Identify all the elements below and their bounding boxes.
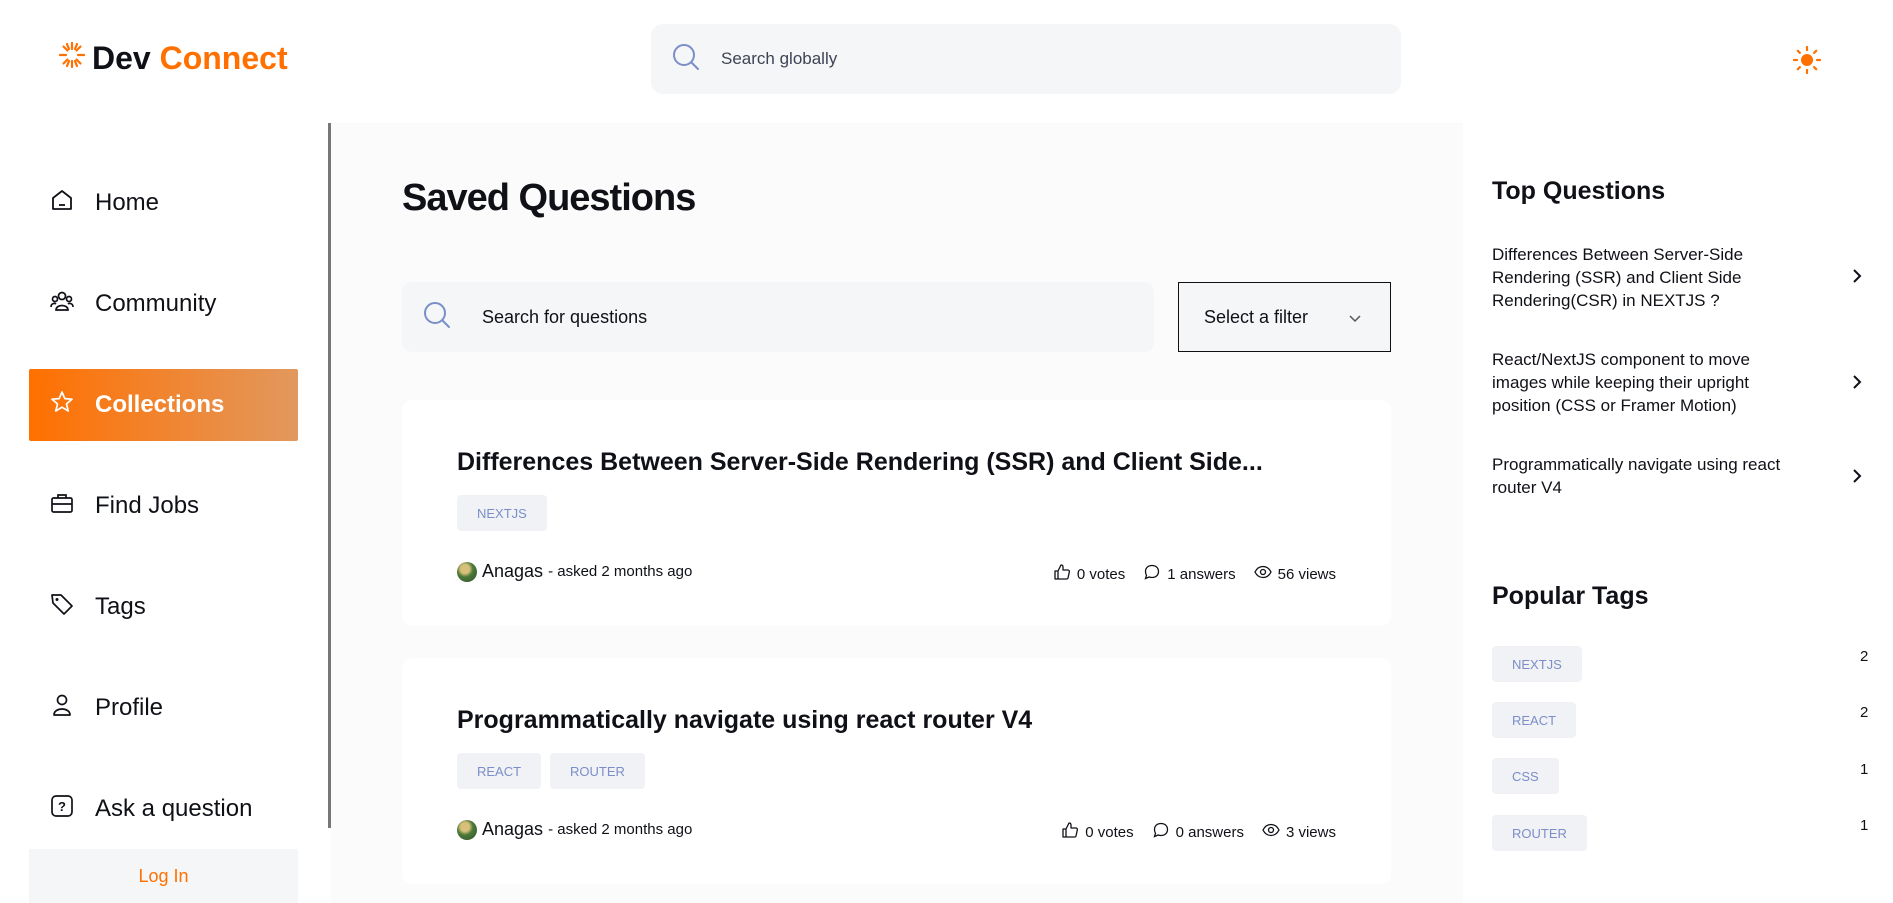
login-button[interactable]: Log In [29,849,298,903]
views-count: 3 views [1285,823,1336,841]
author-name: Anagas [482,561,544,581]
top-questions-heading: Top Questions [1492,177,1666,205]
question-tag[interactable]: ROUTER [550,753,645,789]
question-card[interactable]: Programmatically navigate using react ro… [402,658,1391,884]
sun-icon [1792,45,1822,79]
views-metric: 56 views [1253,563,1336,585]
sidebar-item-profile[interactable]: Profile [29,672,298,744]
tag-icon [49,591,75,624]
home-icon [49,187,75,220]
eye-icon [1253,563,1272,585]
theme-toggle-button[interactable] [1792,45,1822,75]
users-icon [49,288,75,321]
svg-text:?: ? [58,799,66,814]
thumbs-up-icon [1053,563,1071,585]
question-author[interactable]: Anagas - asked 2 months ago [457,561,692,582]
popular-tags-heading: Popular Tags [1492,582,1649,610]
popular-tag[interactable]: ROUTER [1492,815,1587,851]
sidebar-item-label: Find Jobs [95,492,200,519]
message-icon [1143,563,1161,585]
answers-metric: 1 answers [1143,563,1236,585]
question-card[interactable]: Differences Between Server-Side Renderin… [402,400,1391,626]
votes-count: 0 votes [1076,565,1126,583]
tag-count: 1 [1860,817,1869,834]
question-icon: ? [49,793,75,826]
sidebar-item-tags[interactable]: Tags [29,571,298,643]
top-question-link[interactable]: React/NextJS component to move images wh… [1492,348,1792,417]
chevron-right-icon[interactable] [1850,372,1864,392]
eye-icon [1262,821,1280,843]
answers-metric: 0 answers [1152,821,1244,843]
question-author[interactable]: Anagas - asked 2 months ago [457,819,692,840]
question-title[interactable]: Programmatically navigate using react ro… [457,706,1032,735]
tag-count: 2 [1860,704,1869,721]
chevron-right-icon[interactable] [1850,266,1864,286]
brand-part2: Connect [159,40,288,76]
answers-count: 1 answers [1167,565,1236,583]
message-icon [1152,821,1170,843]
popular-tag[interactable]: NEXTJS [1492,646,1582,682]
tag-count: 1 [1860,761,1869,778]
chevron-right-icon[interactable] [1850,466,1864,486]
brand-part1: Dev [92,40,151,76]
author-name: Anagas [482,819,544,839]
sidebar-item-community[interactable]: Community [29,268,298,340]
star-icon [49,389,75,422]
logo[interactable]: Dev Connect [58,40,288,77]
sidebar-item-label: Home [95,189,160,216]
question-search-input[interactable]: Search for questions [402,282,1154,352]
answers-count: 0 answers [1175,823,1244,841]
votes-metric: 0 votes [1061,821,1134,843]
asked-time: - asked 2 months ago [548,821,693,838]
global-search-placeholder: Search globally [721,49,838,68]
global-search-input[interactable]: Search globally [651,24,1401,94]
popular-tag[interactable]: REACT [1492,702,1577,738]
filter-select[interactable]: Select a filter [1178,282,1391,352]
top-question-link[interactable]: Differences Between Server-Side Renderin… [1492,243,1792,312]
user-icon [49,692,75,725]
chevron-down-icon [1348,309,1362,330]
sidebar-item-ask-question[interactable]: ? Ask a question [29,773,298,845]
sidebar-item-label: Ask a question [95,795,253,822]
sidebar-item-label: Community [95,290,217,317]
views-metric: 3 views [1262,821,1336,843]
avatar [457,819,477,840]
top-question-link[interactable]: Programmatically navigate using react ro… [1492,453,1792,499]
search-icon [671,42,701,77]
sidebar-item-label: Collections [95,391,225,418]
asked-time: - asked 2 months ago [548,563,693,580]
question-title[interactable]: Differences Between Server-Side Renderin… [457,448,1263,477]
sidebar-item-find-jobs[interactable]: Find Jobs [29,470,298,542]
question-tag[interactable]: NEXTJS [457,495,547,531]
question-search-placeholder: Search for questions [482,306,648,327]
question-metrics: 0 votes 0 answers 3 views [1061,821,1336,843]
sidebar-item-label: Tags [95,593,146,620]
votes-metric: 0 votes [1053,563,1125,585]
avatar [457,561,477,582]
briefcase-icon [49,490,75,523]
search-icon [422,300,452,335]
views-count: 56 views [1277,565,1336,583]
page-title: Saved Questions [402,177,696,219]
question-metrics: 0 votes 1 answers 56 views [1053,563,1336,585]
question-tag[interactable]: REACT [457,753,542,789]
logo-icon [58,40,86,77]
filter-select-label: Select a filter [1204,306,1309,327]
sidebar-item-home[interactable]: Home [29,167,298,239]
top-navbar: Dev Connect Search globally [0,0,1893,120]
popular-tag[interactable]: CSS [1492,758,1559,794]
thumbs-up-icon [1061,821,1079,843]
tag-count: 2 [1860,648,1869,665]
votes-count: 0 votes [1085,823,1134,841]
sidebar-item-label: Profile [95,694,164,721]
brand-name: Dev Connect [92,40,288,77]
sidebar-item-collections[interactable]: Collections [29,369,298,441]
